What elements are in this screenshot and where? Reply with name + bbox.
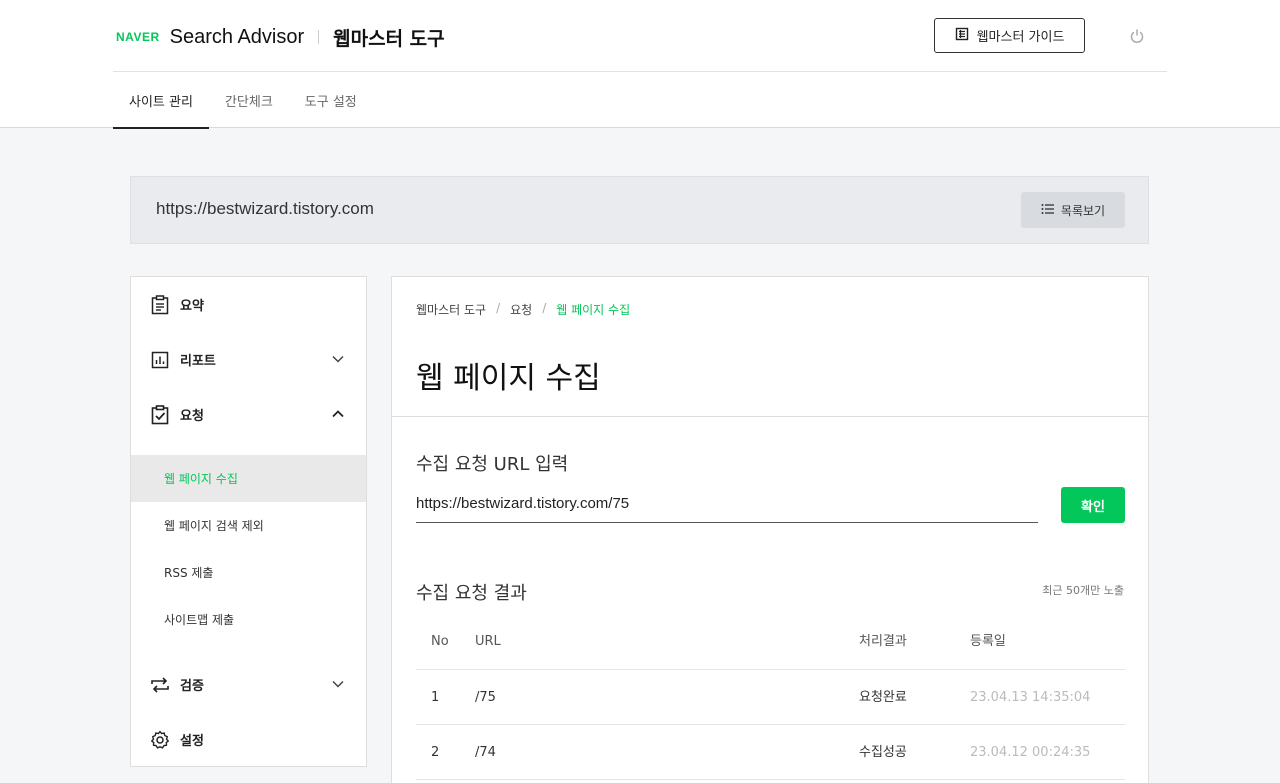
page-title: 웹 페이지 수집 bbox=[416, 361, 601, 396]
submenu-web-page-collect[interactable]: 웹 페이지 수집 bbox=[131, 455, 366, 502]
sidebar-item-summary[interactable]: 요약 bbox=[131, 277, 366, 332]
checklist-icon bbox=[150, 404, 170, 425]
breadcrumb-item[interactable]: 요청 bbox=[510, 301, 532, 318]
row-status: 요청완료 bbox=[859, 690, 907, 705]
row-no: 1 bbox=[431, 690, 440, 705]
column-header-date: 등록일 bbox=[970, 634, 1006, 649]
sidebar-item-settings[interactable]: 설정 bbox=[131, 712, 366, 767]
table-row: 2 /74 수집성공 23.04.12 00:24:35 bbox=[416, 725, 1125, 780]
book-icon bbox=[955, 27, 969, 45]
row-date: 23.04.12 00:24:35 bbox=[970, 745, 1091, 760]
result-section-title: 수집 요청 결과 bbox=[416, 583, 527, 604]
brand[interactable]: NAVER Search Advisor 웹마스터 도구 bbox=[116, 22, 445, 52]
sidebar-item-label: 리포트 bbox=[180, 354, 216, 369]
top-header: NAVER Search Advisor 웹마스터 도구 웹마스터 가이드 사이… bbox=[0, 0, 1280, 129]
chevron-down-icon bbox=[330, 676, 346, 692]
result-table: No URL 처리결과 등록일 1 /75 요청완료 23.04.13 14:3… bbox=[416, 614, 1125, 780]
webmaster-guide-label: 웹마스터 가이드 bbox=[976, 30, 1065, 45]
column-header-no: No bbox=[431, 634, 449, 649]
url-input-section-title: 수집 요청 URL 입력 bbox=[416, 454, 569, 475]
gear-icon bbox=[150, 730, 170, 750]
sidebar-item-label: 설정 bbox=[180, 734, 204, 749]
main-content: 웹마스터 도구 / 요청 / 웹 페이지 수집 웹 페이지 수집 수집 요청 U… bbox=[391, 276, 1149, 783]
chevron-up-icon bbox=[330, 406, 346, 422]
tab-site-management[interactable]: 사이트 관리 bbox=[113, 72, 209, 129]
site-bar: https://bestwizard.tistory.com 목록보기 bbox=[130, 176, 1149, 244]
row-status: 수집성공 bbox=[859, 745, 907, 760]
row-date: 23.04.13 14:35:04 bbox=[970, 690, 1091, 705]
collect-url-input[interactable] bbox=[416, 485, 1038, 523]
webmaster-guide-button[interactable]: 웹마스터 가이드 bbox=[934, 18, 1085, 53]
tool-name[interactable]: 웹마스터 도구 bbox=[333, 24, 445, 51]
sidebar-item-verify[interactable]: 검증 bbox=[131, 657, 366, 712]
submenu-rss-submit[interactable]: RSS 제출 bbox=[131, 549, 366, 596]
bar-chart-icon bbox=[150, 350, 170, 370]
logout-power-icon[interactable] bbox=[1126, 25, 1148, 47]
sidebar-item-request[interactable]: 요청 bbox=[131, 387, 366, 442]
breadcrumb-current: 웹 페이지 수집 bbox=[556, 303, 631, 317]
row-no: 2 bbox=[431, 745, 440, 760]
main-nav: 사이트 관리 간단체크 도구 설정 bbox=[113, 72, 373, 129]
list-icon bbox=[1041, 203, 1055, 218]
submenu-web-page-exclude[interactable]: 웹 페이지 검색 제외 bbox=[131, 502, 366, 549]
breadcrumb-separator: / bbox=[496, 301, 501, 315]
chevron-down-icon bbox=[330, 351, 346, 367]
sidebar-item-label: 검증 bbox=[180, 679, 204, 694]
confirm-button[interactable]: 확인 bbox=[1061, 487, 1125, 523]
view-list-button[interactable]: 목록보기 bbox=[1021, 192, 1125, 228]
breadcrumb: 웹마스터 도구 / 요청 / 웹 페이지 수집 bbox=[416, 301, 630, 318]
sidebar: 요약 리포트 요청 웹 페이지 수집 웹 페이지 검색 제외 RSS 제출 사이… bbox=[130, 276, 367, 767]
sidebar-item-label: 요약 bbox=[180, 299, 204, 314]
site-url: https://bestwizard.tistory.com bbox=[156, 199, 374, 218]
tab-quick-check[interactable]: 간단체크 bbox=[209, 72, 289, 128]
sidebar-item-label: 요청 bbox=[180, 409, 204, 424]
row-url: /74 bbox=[475, 745, 496, 760]
view-list-label: 목록보기 bbox=[1060, 203, 1106, 218]
column-header-status: 처리결과 bbox=[859, 634, 907, 649]
table-row: 1 /75 요청완료 23.04.13 14:35:04 bbox=[416, 670, 1125, 725]
sidebar-item-report[interactable]: 리포트 bbox=[131, 332, 366, 387]
column-header-url: URL bbox=[475, 634, 501, 649]
naver-logo[interactable]: NAVER bbox=[116, 30, 160, 44]
table-header-row: No URL 처리결과 등록일 bbox=[416, 614, 1125, 670]
tab-tool-settings[interactable]: 도구 설정 bbox=[289, 72, 373, 128]
breadcrumb-separator: / bbox=[542, 301, 547, 315]
brand-divider bbox=[318, 30, 320, 44]
submenu-sitemap-submit[interactable]: 사이트맵 제출 bbox=[131, 596, 366, 643]
breadcrumb-item[interactable]: 웹마스터 도구 bbox=[416, 301, 486, 318]
row-url: /75 bbox=[475, 690, 496, 705]
product-name[interactable]: Search Advisor bbox=[170, 26, 305, 49]
title-divider bbox=[392, 416, 1148, 417]
repeat-arrows-icon bbox=[150, 675, 170, 695]
clipboard-icon bbox=[150, 294, 170, 315]
result-note: 최근 50개만 노출 bbox=[1042, 584, 1124, 597]
